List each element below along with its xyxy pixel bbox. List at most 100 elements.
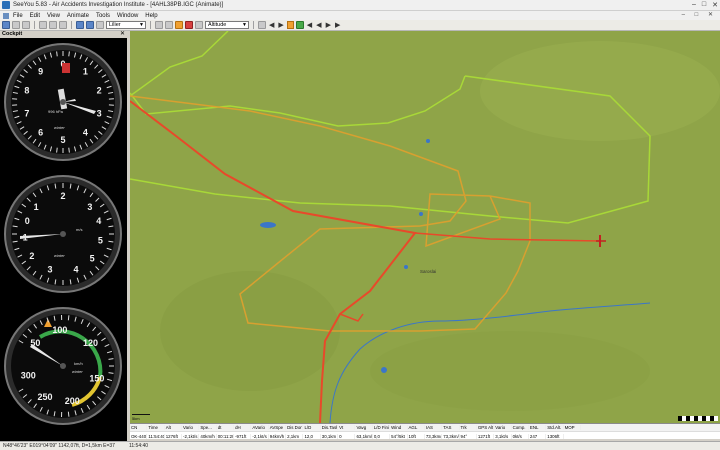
menu-animate[interactable]: Animate [67,13,89,19]
table-header-cell[interactable]: Spe... [199,425,217,430]
gauge-label: 5 [90,253,95,263]
graph-icon[interactable] [195,21,203,29]
gauge-tick [56,51,58,57]
table-cell: 2,1km [286,433,304,439]
play-icon[interactable]: ▶ [278,21,283,29]
gauge-label: 120 [83,338,98,348]
clock-icon[interactable] [258,21,266,29]
gauge-tick [67,315,70,321]
table-header-cell[interactable]: Vario [494,425,512,430]
menu-bar: File Edit View Animate Tools Window Help… [0,11,720,20]
table-header-cell[interactable]: ENL [529,425,547,430]
save-icon[interactable] [12,21,20,29]
zoom-out-icon[interactable] [86,21,94,29]
minimize-button[interactable]: – [692,1,696,9]
table-header-cell[interactable]: dt [217,425,235,430]
table-cell: -2,1kt/s [252,433,269,439]
table-header-cell[interactable]: Vario [182,425,200,430]
table-header-cell[interactable]: Time [147,425,165,430]
gauge-label: 6 [38,128,43,138]
gauge-label: 3 [97,109,102,119]
place-label: Saroslai [420,269,436,274]
menu-tools[interactable]: Tools [96,13,110,19]
table-header-cell[interactable]: GPS Alt [477,425,495,430]
close-button[interactable]: ✕ [712,1,718,9]
table-header-cell[interactable]: Dis.Task [321,425,339,430]
table-header-cell[interactable]: AVario [251,425,269,430]
map-canvas[interactable]: Saroslai [130,31,720,423]
table-header-cell[interactable]: Vavg [355,425,373,430]
table-header-cell[interactable]: AVSpe [269,425,287,430]
toolbar-separator [71,21,72,29]
flight-icon[interactable] [185,21,193,29]
airspeed-unit: km/h [74,361,83,366]
table-header-cell[interactable]: CN [130,425,148,430]
cockpit-close-button[interactable]: ✕ [120,31,125,38]
table-header-cell[interactable]: Wind [390,425,408,430]
fast-forward-icon[interactable]: ▶ [335,21,340,29]
variometer-unit: m/s [76,227,82,232]
zoom-fit-icon[interactable] [96,21,104,29]
step-prev-icon[interactable]: ◀ [316,21,321,29]
table-header-cell[interactable]: Std.Alt. [546,425,564,430]
map-view[interactable]: Saroslai 5km [130,31,720,423]
table-row[interactable]: OK-4406 11:54:40 1276ft -2,1kt/s 40km/h 00:11… [130,432,720,440]
gauge-tick [67,411,70,417]
menu-window[interactable]: Window [117,13,138,19]
menu-edit[interactable]: Edit [30,13,40,19]
airspeed-gauge: 50100120150200250300 km/h winter [2,305,124,427]
table-header-cell[interactable]: Trk [460,425,477,430]
animate-icon[interactable] [175,21,183,29]
scale-bar: 5km [132,414,150,421]
menu-help[interactable]: Help [145,13,157,19]
step-back-icon[interactable]: ◀ [269,21,274,29]
table-header-cell[interactable]: Comp. [512,425,529,430]
table-header-cell[interactable]: dH [234,425,252,430]
pause-icon[interactable] [286,21,294,29]
table-cell: 54°/5kt [390,433,408,439]
stop-icon[interactable] [295,21,304,29]
open-file-icon[interactable] [2,21,10,29]
table-cell: 73,3km/h [425,433,443,439]
zoom-select[interactable]: Lilier ▼ [106,21,146,29]
print-icon[interactable] [22,21,30,29]
table-cell: 11:54:40 [148,433,165,439]
pond [381,367,387,373]
gauge-label: 3 [47,265,52,275]
step-next-icon[interactable]: ▶ [326,21,331,29]
table-header-cell[interactable]: TAS [442,425,460,430]
table-header-cell[interactable]: Alt [165,425,183,430]
table-cell: OK-4406 [131,433,148,439]
paste-icon[interactable] [59,21,67,29]
copy-icon[interactable] [49,21,57,29]
maximize-button[interactable]: □ [702,1,706,9]
grid-icon[interactable] [165,21,173,29]
view-mode-select[interactable]: Altitude ▼ [205,21,249,29]
document-window-buttons[interactable]: – □ ✕ [682,11,717,18]
toolbar-separator [253,21,254,29]
table-header-cell[interactable]: L/D Finish [373,425,391,430]
checkered-flag-bar [678,416,718,421]
table-header-cell[interactable]: Dis Done [286,425,304,430]
toolbar: Lilier ▼ Altitude ▼ ◀ ▶ ◀ ◀ ▶ ▶ [0,20,720,31]
table-header-cell[interactable]: AGL [408,425,425,430]
airspeed-hub [60,363,66,369]
gauge-label: 2 [29,251,34,261]
table-header-cell[interactable]: Vt [338,425,356,430]
table-cell: 30,1km [321,433,339,439]
table-cell: 3,1kt/s [494,433,512,439]
document-icon[interactable] [3,12,9,19]
gauge-label: 5 [60,135,65,145]
table-header-cell[interactable]: MOP [564,425,581,430]
title-bar: SeeYou 5.83 - Air Accidents Investigatio… [0,0,720,11]
layers-icon[interactable] [155,21,163,29]
rewind-icon[interactable]: ◀ [307,21,312,29]
airspeed-brand: winter [72,369,83,374]
zoom-in-icon[interactable] [76,21,84,29]
cut-icon[interactable] [39,21,47,29]
menu-file[interactable]: File [13,13,23,19]
menu-view[interactable]: View [47,13,60,19]
gauge-label: 7 [24,109,29,119]
table-header-cell[interactable]: IAS [425,425,443,430]
table-header-cell[interactable]: L/D [303,425,321,430]
